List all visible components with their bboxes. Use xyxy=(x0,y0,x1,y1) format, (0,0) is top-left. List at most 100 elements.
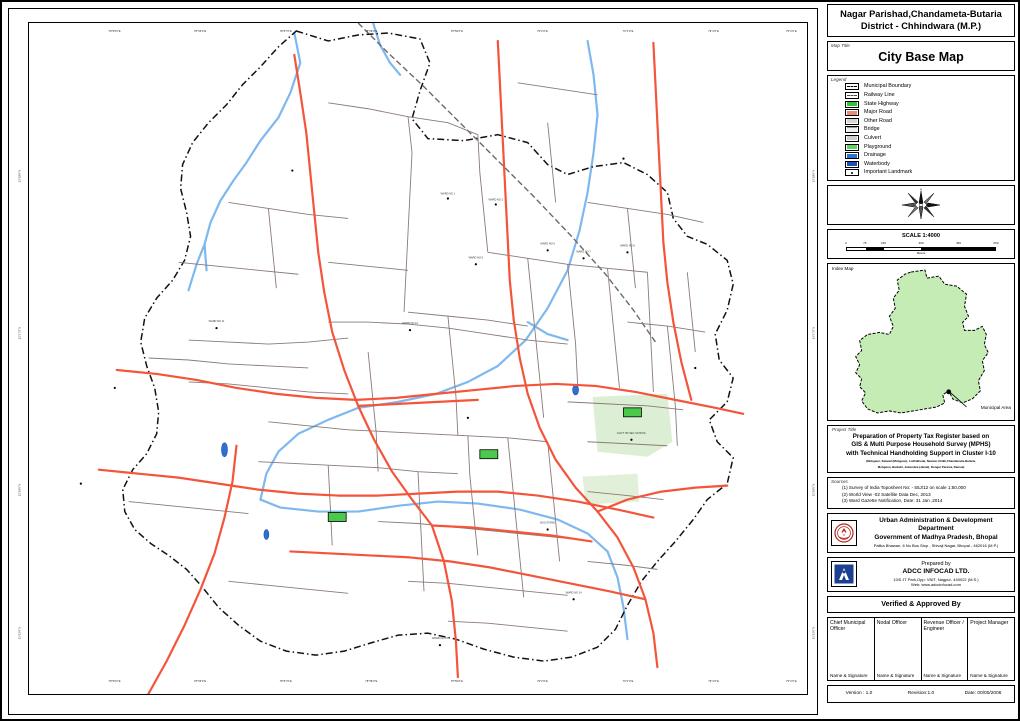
source-item: (2) World View -02 Satellite Data Dec, 2… xyxy=(842,491,931,497)
prepared-by-block: Prepared by ADCC INFOCAD LTD. 10/5 JT Pa… xyxy=(827,556,1015,592)
map-panel: WARD NO 1 WARD NO 2 WARD NO 5 WARD NO 6 … xyxy=(4,4,822,719)
drainage-network xyxy=(187,23,629,641)
grid-tick-top: 79°1'0"E xyxy=(622,30,634,33)
source-item: (1) Survey of India Toposheet No: - 55J/… xyxy=(842,484,966,490)
major-road-icon xyxy=(845,109,859,117)
municipal-area-annotation: Municipal Area xyxy=(980,405,1011,411)
municipal-boundary-icon xyxy=(845,83,859,91)
scale-tick: 150 xyxy=(880,241,887,246)
verified-header: Verified & Approved By xyxy=(881,598,961,608)
project-title-line2: GIS & Multi Purpose Household Survey (MP… xyxy=(851,441,991,449)
grid-tick-top: 78°56'0"E xyxy=(194,30,207,33)
map-inner-neatline: WARD NO 1 WARD NO 2 WARD NO 5 WARD NO 6 … xyxy=(28,22,808,695)
verification-cell-project-manager[interactable]: Project Manager Name & Signature xyxy=(968,618,1014,680)
north-arrow-icon: N xyxy=(901,188,941,220)
svg-text:BUS STAND: BUS STAND xyxy=(540,521,555,525)
park-area-2 xyxy=(582,473,640,505)
department-block: Urban Administration & Development Depar… xyxy=(827,512,1015,553)
scale-bar: 0 75 150 300 450 600 Meters xyxy=(845,241,998,255)
project-title-block: Project Title Preparation of Property Ta… xyxy=(827,425,1015,474)
legend-item-drainage[interactable]: Drainage xyxy=(828,151,1014,160)
map-sheet: WARD NO 1 WARD NO 2 WARD NO 5 WARD NO 6 … xyxy=(0,0,1020,721)
legend-item-label: Culvert xyxy=(864,134,882,141)
state-highway-icon xyxy=(845,100,859,108)
svg-text:N: N xyxy=(920,188,922,192)
legend-item-bridge[interactable]: Bridge xyxy=(828,126,1014,135)
north-arrow-block: N xyxy=(827,185,1015,226)
grid-tick-top: 78°58'0"E xyxy=(365,30,378,33)
project-cluster-line2: Mohgaon, Barkuhi, Jamunbra (Jamai), Dong… xyxy=(877,465,965,470)
department-line2: Government of Madhya Pradesh, Bhopal xyxy=(874,533,998,541)
legend-item-waterbody[interactable]: Waterbody xyxy=(828,160,1014,169)
scale-title: SCALE 1:4000 xyxy=(902,233,940,240)
legend-item-other-road[interactable]: Other Road xyxy=(828,117,1014,126)
department-address: Palika Bhawan, 6 No Bus Stop , Shivaji N… xyxy=(873,542,999,548)
prepared-by-company: ADCC INFOCAD LTD. xyxy=(902,568,970,576)
grid-tick-bottom: 79°2'0"E xyxy=(708,680,720,683)
scale-unit: Meters xyxy=(916,250,926,255)
grid-tick-top: 79°3'0"E xyxy=(786,30,797,33)
grid-tick-top: 79°0'0"E xyxy=(537,30,548,33)
sheet-title-block: Nagar Parishad,Chandameta-Butaria Distri… xyxy=(827,4,1015,37)
legend-item-state-highway[interactable]: State Highway xyxy=(828,100,1014,109)
verification-role: Project Manager xyxy=(970,619,1009,626)
grid-tick-top: 78°59'0"E xyxy=(450,30,464,33)
legend-item-label: Drainage xyxy=(864,152,886,159)
legend-item-municipal-boundary[interactable]: Municipal Boundary xyxy=(828,83,1014,92)
grid-tick-left: 22°18'0"N xyxy=(18,169,22,182)
marginalia-panel: Nagar Parishad,Chandameta-Butaria Distri… xyxy=(824,4,1018,719)
index-map-graphic[interactable] xyxy=(828,264,1014,420)
grid-tick-top: 78°55'0"E xyxy=(108,30,121,33)
grid-tick-right: 22°16'0"N xyxy=(812,483,816,497)
verification-cell-chief-municipal-officer[interactable]: Chief Municipal Officer Name & Signature xyxy=(828,617,875,680)
verification-signature: Name & Signature xyxy=(923,672,962,678)
scale-bar-block: SCALE 1:4000 0 75 150 300 450 600 Meters xyxy=(827,229,1015,260)
culvert-icon xyxy=(845,134,859,142)
waterbody-icon xyxy=(845,160,859,168)
grid-tick-right: 22°17'0"N xyxy=(812,326,816,340)
sources-label: Sources xyxy=(831,479,848,485)
grid-tick-top: 79°2'0"E xyxy=(708,30,720,33)
legend-item-label: Bridge xyxy=(864,126,880,133)
legend-item-culvert[interactable]: Culvert xyxy=(828,134,1014,143)
grid-tick-left: 22°17'0"N xyxy=(18,326,22,340)
base-map-graphic[interactable]: WARD NO 1 WARD NO 2 WARD NO 5 WARD NO 6 … xyxy=(29,23,807,694)
playground-icon xyxy=(845,143,859,151)
important-landmark-icon xyxy=(845,169,859,177)
index-map-block[interactable]: Index Map Municipal Area xyxy=(827,263,1015,422)
prepared-by-web: Web: www.adccinfocad.com xyxy=(911,582,961,588)
legend-label: Legend xyxy=(831,77,847,82)
other-road-icon xyxy=(845,117,859,125)
verification-table: Chief Municipal Officer Name & Signature… xyxy=(827,616,1015,681)
railway-line-icon xyxy=(845,91,859,99)
legend-item-important-landmark[interactable]: Important Landmark xyxy=(828,169,1014,178)
map-title-value: City Base Map xyxy=(878,49,964,64)
legend-item-major-road[interactable]: Major Road xyxy=(828,108,1014,117)
grid-tick-top: 78°57'0"E xyxy=(279,30,292,33)
uadd-seal-icon xyxy=(831,519,857,546)
project-title-line3: with Technical Handholding Support in Cl… xyxy=(846,449,996,457)
svg-text:WARD NO 8: WARD NO 8 xyxy=(620,243,635,247)
legend-item-label: Playground xyxy=(864,143,892,150)
legend-item-playground[interactable]: Playground xyxy=(828,143,1014,152)
verification-cell-nodal-officer[interactable]: Nodal Officer Name & Signature xyxy=(875,617,922,680)
grid-tick-bottom: 78°55'0"E xyxy=(108,680,121,683)
verification-role: Revenue Officer / Engineer xyxy=(923,619,964,633)
legend-item-label: Municipal Boundary xyxy=(864,83,912,90)
svg-text:WARD NO 15: WARD NO 15 xyxy=(432,636,449,640)
scale-tick: 75 xyxy=(863,241,867,246)
prepared-by-label: Prepared by xyxy=(921,560,951,567)
bridge-icon xyxy=(845,126,859,134)
legend-item-label: Waterbody xyxy=(864,160,890,167)
version-value: Version : 1.0 xyxy=(845,691,873,697)
legend-item-label: Other Road xyxy=(864,117,892,124)
legend-item-railway-line[interactable]: Railway Line xyxy=(828,91,1014,100)
svg-text:WARD NO 14: WARD NO 14 xyxy=(566,590,583,594)
sheet-title-line2: District - Chhindwara (M.P.) xyxy=(860,21,982,31)
svg-text:WARD NO 5: WARD NO 5 xyxy=(469,255,484,259)
verification-cell-revenue-officer[interactable]: Revenue Officer / Engineer Name & Signat… xyxy=(922,617,969,680)
scale-tick: 0 xyxy=(845,241,847,246)
municipal-boundary xyxy=(122,30,734,662)
verification-role: Nodal Officer xyxy=(876,619,907,626)
verification-signature: Name & Signature xyxy=(830,672,868,678)
